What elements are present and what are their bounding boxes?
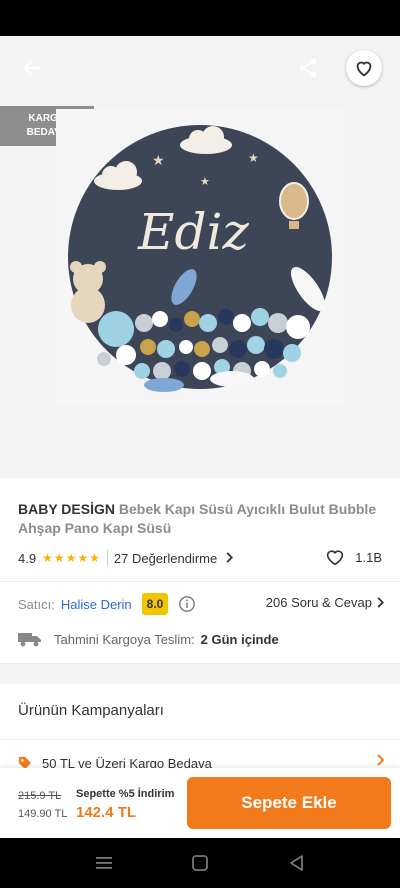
rating-separator	[106, 550, 108, 566]
reviews-link[interactable]: 27 Değerlendirme	[114, 551, 233, 566]
system-nav-bar	[0, 838, 400, 888]
recent-apps-button[interactable]	[94, 853, 114, 873]
chevron-right-icon	[377, 754, 384, 766]
qa-count: 206 Soru & Cevap	[265, 595, 372, 610]
favorite-button[interactable]	[346, 50, 382, 86]
old-price: 215.9 TL	[18, 790, 62, 802]
cart-discount-label: Sepette %5 İndirim	[76, 788, 175, 800]
delivery-value: 2 Gün içinde	[200, 631, 279, 647]
list-price: 149.90 TL	[18, 808, 68, 820]
image-name-text: Ediz	[137, 203, 249, 261]
back-button[interactable]	[14, 50, 50, 86]
home-square-icon	[192, 855, 208, 871]
back-nav-button[interactable]	[286, 853, 306, 873]
product-brand[interactable]: BABY DESİGN	[18, 501, 115, 517]
seller-score-badge: 8.0	[141, 593, 169, 615]
product-image: ★ ★ ★ Ediz	[56, 109, 344, 406]
section-gap	[0, 664, 400, 684]
qa-link[interactable]: 206 Soru & Cevap	[266, 595, 384, 610]
back-triangle-icon	[290, 855, 303, 871]
menu-icon	[96, 857, 112, 869]
image-top-bar	[0, 36, 400, 100]
campaign-title: Ürünün Kampanyaları	[18, 702, 164, 719]
svg-text:★: ★	[152, 153, 165, 169]
divider	[0, 581, 400, 582]
status-bar	[0, 0, 400, 36]
share-button[interactable]	[290, 50, 326, 86]
rating-value: 4.9	[18, 550, 37, 566]
product-title: BABY DESİGN Bebek Kapı Süsü Ayıcıklı Bul…	[18, 500, 378, 538]
product-info: BABY DESİGN Bebek Kapı Süsü Ayıcıklı Bul…	[0, 478, 400, 664]
delivery-row: Tahmini Kargoya Teslim: 2 Gün içinde	[18, 628, 384, 650]
bottom-action-bar: 215.9 TL 149.90 TL Sepette %5 İndirim 14…	[0, 768, 400, 838]
delivery-label: Tahmini Kargoya Teslim:	[54, 631, 195, 647]
product-image-gallery[interactable]: KARGO BEDAVA ★ ★ ★ Ediz	[0, 36, 400, 478]
final-price: 142.4 TL	[76, 804, 137, 821]
chevron-right-icon	[226, 551, 233, 563]
truck-icon	[18, 633, 41, 647]
heart-icon	[356, 61, 372, 77]
likes-button[interactable]: 1.1B	[325, 548, 382, 566]
chevron-right-icon	[377, 597, 384, 608]
seller-row: Satıcı: Halise Derin 8.0 206 Soru & Ceva…	[18, 591, 384, 617]
share-icon	[299, 58, 317, 78]
heart-outline-icon	[327, 550, 344, 566]
info-icon[interactable]	[178, 595, 196, 613]
svg-text:★: ★	[200, 175, 210, 188]
divider	[0, 739, 400, 740]
reviews-count: 27 Değerlendirme	[113, 550, 218, 566]
rating-stars: ★★★★★	[42, 551, 101, 565]
seller-label: Satıcı:	[18, 596, 55, 612]
home-button[interactable]	[190, 853, 210, 873]
rating-row: 4.9 ★★★★★ 27 Değerlendirme 1.1B	[18, 548, 382, 568]
likes-count: 1.1B	[355, 549, 382, 565]
seller-name-link[interactable]: Halise Derin	[61, 597, 132, 612]
svg-text:★: ★	[248, 151, 259, 165]
add-to-cart-button[interactable]: Sepete Ekle	[187, 777, 391, 829]
back-arrow-icon	[23, 60, 41, 76]
campaign-section: Ürünün Kampanyaları 50 TL ve Üzeri Kargo…	[0, 684, 400, 771]
